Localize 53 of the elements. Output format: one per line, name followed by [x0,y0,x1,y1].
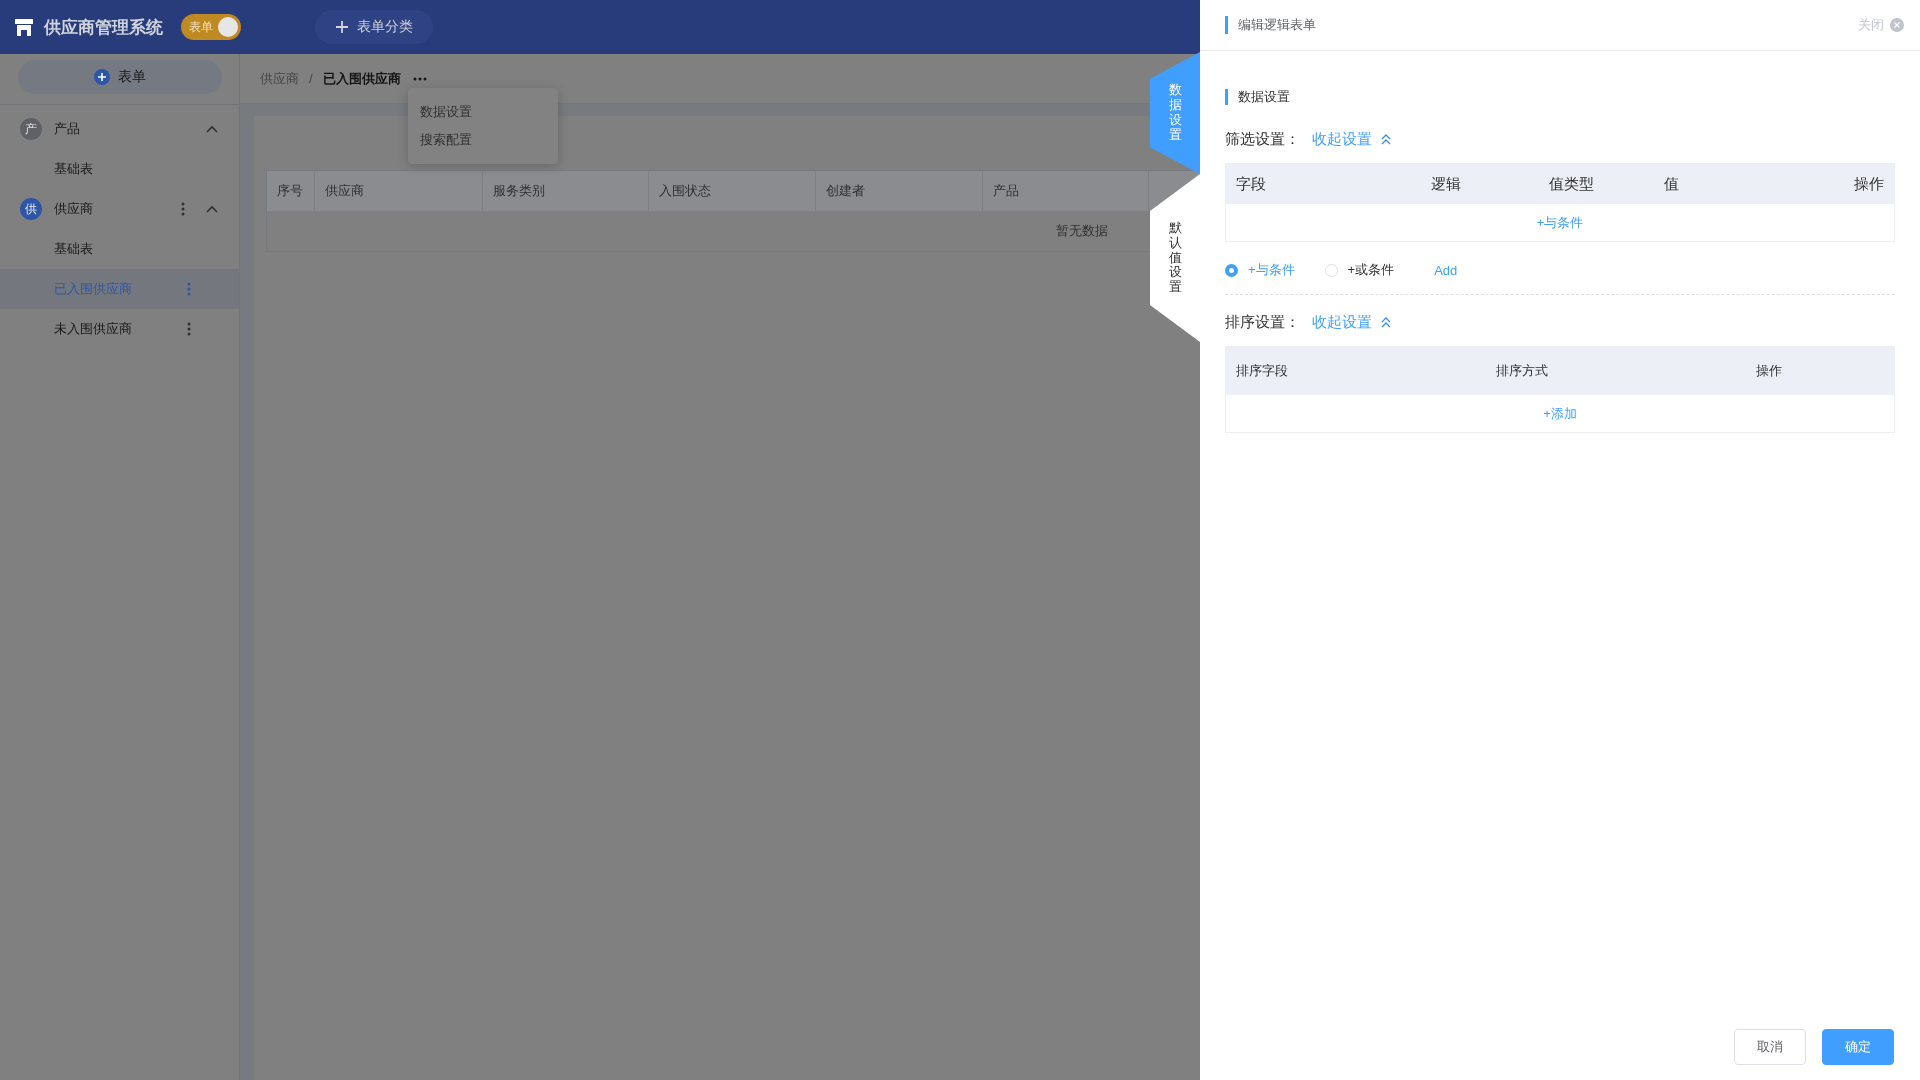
column-header: 操作 [1755,362,1783,380]
cancel-button[interactable]: 取消 [1734,1029,1806,1065]
column-header: 服务类别 [483,171,649,211]
column-header: 值类型 [1548,173,1595,194]
confirm-button[interactable]: 确定 [1822,1029,1894,1065]
column-header: 排序字段 [1235,362,1289,380]
setting-label: 筛选设置： [1225,129,1300,149]
app-title: 供应商管理系统 [44,16,163,39]
radio-label[interactable]: +与条件 [1248,261,1295,279]
column-header: 序号 [267,171,315,211]
double-chevron-up-icon [1380,316,1392,328]
store-icon [14,17,34,37]
menu-group[interactable]: 供 供应商 [0,189,239,229]
column-header: 入围状态 [649,171,816,211]
menu-item[interactable]: 基础表 [0,229,239,269]
column-header: 创建者 [816,171,983,211]
column-header: 排序方式 [1495,362,1549,380]
column-header: 值 [1663,173,1680,194]
radio-label[interactable]: +或条件 [1347,261,1395,279]
menu-group[interactable]: 产 产品 [0,109,239,149]
column-header: 产品 [983,171,1149,211]
panel-title: 编辑逻辑表单 [1225,16,1316,34]
collapse-link[interactable]: 收起设置 [1312,129,1392,149]
menu-item[interactable]: 基础表 [0,149,239,189]
collapse-link[interactable]: 收起设置 [1312,312,1392,332]
column-header: 操作 [1853,173,1885,194]
menu-option[interactable]: 搜索配置 [408,126,558,154]
menu-item[interactable]: 未入围供应商 [0,309,239,349]
column-header: 字段 [1235,173,1267,194]
double-chevron-up-icon [1380,133,1392,145]
plus-icon [335,20,349,34]
column-header: 逻辑 [1430,173,1462,194]
breadcrumb-item[interactable]: 供应商 [260,69,299,88]
breadcrumb-item: 已入围供应商 [322,69,401,88]
close-button[interactable]: 关闭 [1852,15,1910,35]
empty-text: 暂无数据 [1056,222,1108,240]
group-avatar: 产 [20,118,42,140]
menu-option[interactable]: 数据设置 [408,98,558,126]
more-icon[interactable] [412,76,427,81]
close-icon [1890,18,1904,32]
add-row-link[interactable]: +与条件 [1536,213,1584,232]
add-form-button[interactable]: 表单 [18,60,222,94]
plus-circle-icon [94,69,110,85]
group-avatar: 供 [20,198,42,220]
breadcrumb-separator: / [309,71,313,86]
add-link[interactable]: Add [1434,262,1458,278]
column-header: 供应商 [315,171,483,211]
setting-label: 排序设置： [1225,312,1300,332]
category-button[interactable]: 表单分类 [315,10,433,44]
mode-switch[interactable]: 表单 [181,14,241,40]
radio-button[interactable] [1225,263,1238,277]
section-title: 数据设置 [1225,89,1895,105]
add-row-link[interactable]: +添加 [1543,404,1577,423]
